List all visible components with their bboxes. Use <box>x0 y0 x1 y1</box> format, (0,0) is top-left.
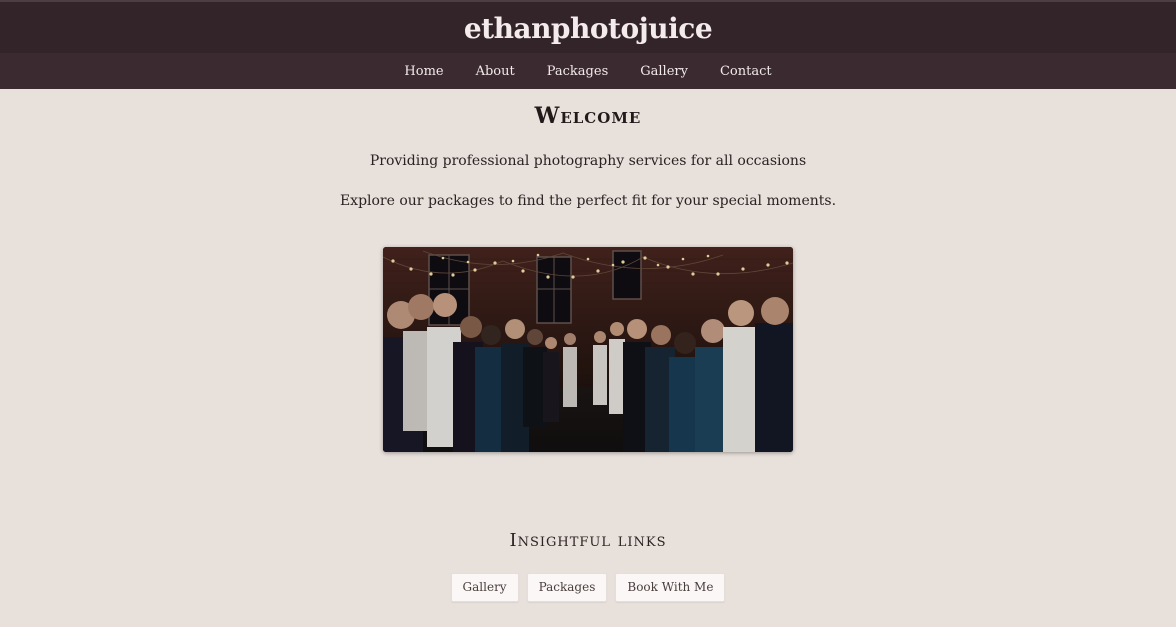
tagline-text: Providing professional photography servi… <box>369 153 807 169</box>
nav-item-contact[interactable]: Contact <box>704 64 788 79</box>
book-with-me-button[interactable]: Book With Me <box>615 573 726 602</box>
welcome-heading: Welcome <box>534 103 642 129</box>
insightful-links-heading: Insightful links <box>509 530 667 551</box>
site-title[interactable]: ethanphotojuice <box>464 12 713 45</box>
insightful-links-buttons: Gallery Packages Book With Me <box>0 573 1176 602</box>
hero-photo <box>383 247 793 452</box>
hero-photo-illustration <box>383 247 793 452</box>
gallery-link-button[interactable]: Gallery <box>450 573 519 602</box>
main-content: Welcome Providing professional photograp… <box>0 89 1176 602</box>
nav-item-gallery[interactable]: Gallery <box>624 64 704 79</box>
explore-text: Explore our packages to find the perfect… <box>339 193 837 209</box>
nav-item-packages[interactable]: Packages <box>531 64 625 79</box>
nav-item-about[interactable]: About <box>460 64 531 79</box>
site-header: ethanphotojuice <box>0 0 1176 53</box>
main-nav: Home About Packages Gallery Contact <box>0 53 1176 89</box>
nav-item-home[interactable]: Home <box>388 64 459 79</box>
packages-link-button[interactable]: Packages <box>526 573 608 602</box>
